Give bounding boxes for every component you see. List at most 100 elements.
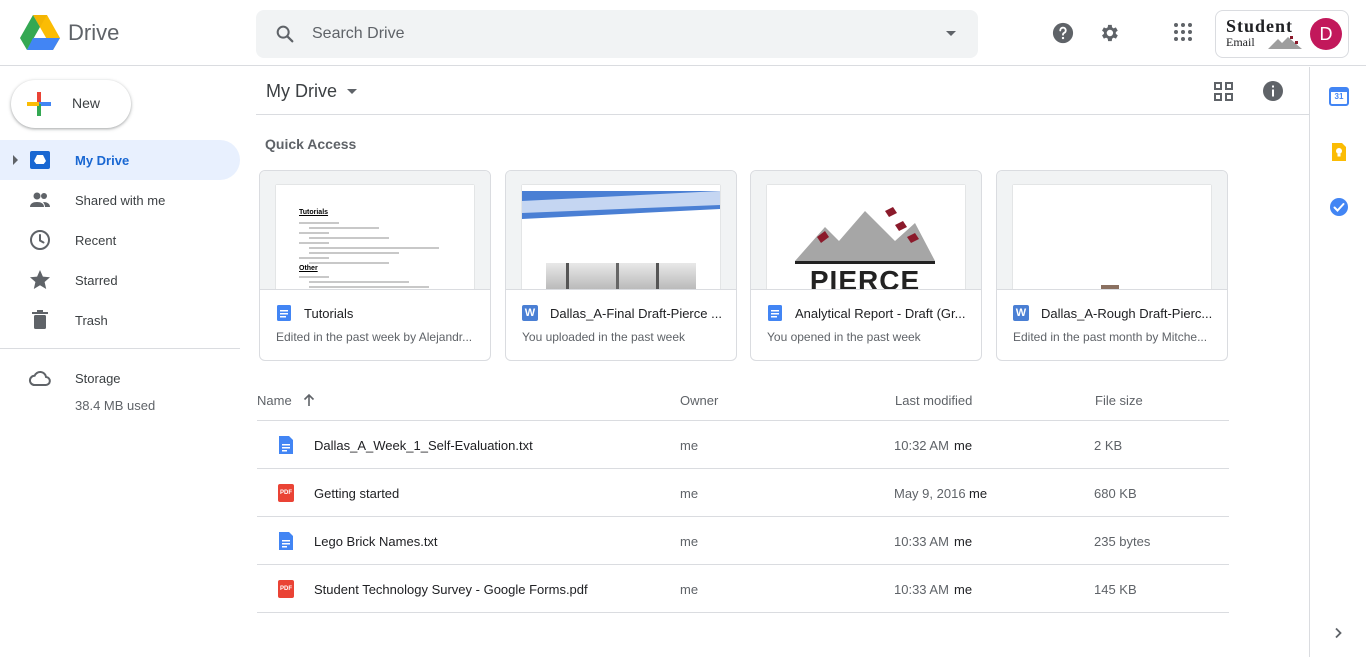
sidebar-item-trash[interactable]: Trash <box>0 300 240 340</box>
sort-ascending-icon[interactable] <box>302 393 316 407</box>
breadcrumb-dropdown-icon[interactable] <box>347 89 357 94</box>
pdf-file-icon: PDF <box>278 580 294 598</box>
file-size: 680 KB <box>1094 486 1137 501</box>
table-row[interactable]: PDF Getting started me May 9, 2016 me 68… <box>257 469 1229 517</box>
file-modified-by: me <box>954 582 973 597</box>
sidebar-item-recent[interactable]: Recent <box>0 220 240 260</box>
new-button[interactable]: New <box>11 80 131 128</box>
file-thumbnail: PIERCE <box>751 171 981 290</box>
file-name: Dallas_A_Week_1_Self-Evaluation.txt <box>314 438 533 453</box>
sidebar-item-label: Shared with me <box>75 193 166 208</box>
search-input[interactable] <box>312 22 912 46</box>
card-file-activity: Edited in the past week by Alejandr... <box>276 330 473 344</box>
file-name: Getting started <box>314 486 400 501</box>
file-modified: 10:33 AM <box>894 582 949 597</box>
pierce-logo <box>795 207 935 261</box>
card-file-name: Tutorials <box>304 306 354 321</box>
card-file-name: Dallas_A-Rough Draft-Pierc... <box>1041 306 1213 321</box>
file-name: Lego Brick Names.txt <box>314 534 438 549</box>
sidebar-item-label: Trash <box>75 313 108 328</box>
word-file-icon: W <box>522 305 538 321</box>
plus-icon <box>27 92 51 116</box>
word-file-icon: W <box>1013 305 1029 321</box>
text-file-icon <box>279 436 293 454</box>
quick-access-card[interactable]: Tutorials Other Tutorials Edited in the … <box>259 170 491 361</box>
apps-grid-icon[interactable] <box>1173 22 1193 42</box>
top-bar: Drive Student Email D <box>0 0 1366 66</box>
tasks-icon[interactable] <box>1329 197 1349 217</box>
storage-used-text: 38.4 MB used <box>75 398 156 413</box>
drive-logo[interactable]: Drive <box>20 15 119 51</box>
file-modified-by: me <box>969 486 988 501</box>
sidebar-divider <box>0 348 240 349</box>
column-header-owner[interactable]: Owner <box>680 393 718 408</box>
sidebar-item-label: My Drive <box>75 153 130 168</box>
help-icon[interactable] <box>1052 22 1074 44</box>
google-docs-icon <box>768 305 782 321</box>
quick-access-title: Quick Access <box>265 136 357 152</box>
calendar-icon[interactable]: 31 <box>1329 86 1349 106</box>
search-icon[interactable] <box>274 23 296 45</box>
keep-icon[interactable] <box>1329 142 1349 162</box>
settings-gear-icon[interactable] <box>1098 22 1120 44</box>
file-owner: me <box>680 582 699 597</box>
thumbnail-image <box>1101 285 1119 289</box>
column-header-last-modified[interactable]: Last modified <box>895 393 972 408</box>
drive-logo-icon <box>20 15 60 50</box>
file-list-header: Name Owner Last modified File size <box>257 385 1229 421</box>
text-file-icon <box>279 532 293 550</box>
side-panel: 31 <box>1309 67 1366 657</box>
sidebar-item-label: Starred <box>75 273 118 288</box>
clock-icon <box>30 230 50 250</box>
file-size: 2 KB <box>1094 438 1123 453</box>
table-row[interactable]: Dallas_A_Week_1_Self-Evaluation.txt me 1… <box>257 421 1229 469</box>
sidebar-item-shared-with-me[interactable]: Shared with me <box>0 180 240 220</box>
app-name: Drive <box>68 20 120 45</box>
expand-panel-chevron-icon[interactable] <box>1332 627 1344 639</box>
breadcrumb[interactable]: My Drive <box>266 81 337 102</box>
sidebar-item-my-drive[interactable]: My Drive <box>0 140 240 180</box>
file-size: 235 bytes <box>1094 534 1151 549</box>
new-button-label: New <box>72 95 101 111</box>
search-bar[interactable] <box>256 10 978 58</box>
thumbnail-heading: Tutorials <box>299 209 329 216</box>
main-header: My Drive <box>256 67 1309 115</box>
account-switcher[interactable]: Student Email D <box>1215 10 1349 58</box>
quick-access-card[interactable]: W Dallas_A-Rough Draft-Pierc... Edited i… <box>996 170 1228 361</box>
file-modified: May 9, 2016 <box>894 486 966 501</box>
grid-view-icon[interactable] <box>1214 82 1233 101</box>
thumbnail-photo <box>546 263 696 289</box>
sidebar-item-label: Storage <box>75 371 121 386</box>
file-modified: 10:33 AM <box>894 534 949 549</box>
file-modified-by: me <box>954 438 973 453</box>
sidebar-item-starred[interactable]: Starred <box>0 260 240 300</box>
quick-access-card[interactable]: W Dallas_A-Final Draft-Pierce ... You up… <box>505 170 737 361</box>
pdf-file-icon: PDF <box>278 484 294 502</box>
expand-arrow-icon[interactable] <box>13 155 18 165</box>
people-icon <box>30 192 50 207</box>
pierce-logo-text: PIERCE <box>809 265 921 290</box>
file-size: 145 KB <box>1094 582 1137 597</box>
trash-icon <box>32 310 48 329</box>
file-owner: me <box>680 534 699 549</box>
star-icon <box>30 270 50 289</box>
sidebar-item-label: Recent <box>75 233 117 248</box>
info-icon[interactable] <box>1263 81 1283 101</box>
column-header-file-size[interactable]: File size <box>1095 393 1143 408</box>
sidebar-item-storage[interactable]: Storage <box>0 358 240 398</box>
my-drive-icon <box>30 151 50 169</box>
search-options-icon[interactable] <box>946 31 956 36</box>
file-thumbnail <box>997 171 1227 290</box>
card-file-activity: You opened in the past week <box>767 330 921 344</box>
file-thumbnail: Tutorials Other <box>260 171 490 290</box>
table-row[interactable]: PDF Student Technology Survey - Google F… <box>257 565 1229 613</box>
file-thumbnail <box>506 171 736 290</box>
column-header-name[interactable]: Name <box>257 393 292 408</box>
file-owner: me <box>680 486 699 501</box>
avatar[interactable]: D <box>1310 18 1342 50</box>
table-row[interactable]: Lego Brick Names.txt me 10:33 AM me 235 … <box>257 517 1229 565</box>
card-file-name: Analytical Report - Draft (Gr... <box>795 306 966 321</box>
cloud-icon <box>29 371 51 386</box>
card-file-activity: You uploaded in the past week <box>522 330 686 344</box>
quick-access-card[interactable]: PIERCE Analytical Report - Draft (Gr... … <box>750 170 982 361</box>
